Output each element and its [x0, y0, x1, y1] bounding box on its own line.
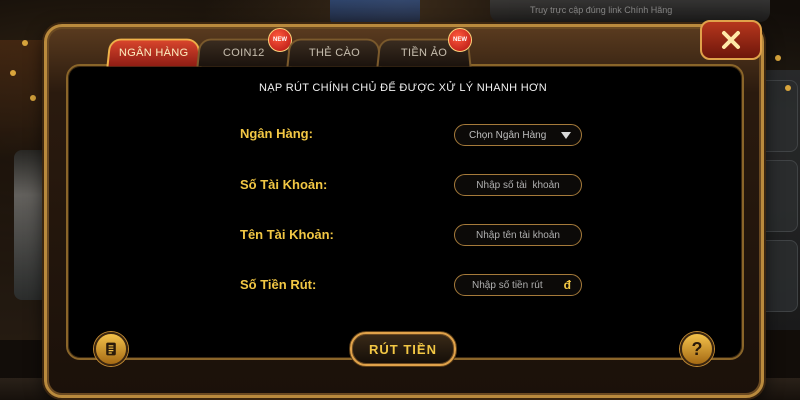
- currency-symbol: đ: [563, 278, 571, 292]
- blossom-decoration: [775, 55, 781, 61]
- amount-label: Số Tiền Rút:: [240, 277, 317, 292]
- tab-bank[interactable]: NGÂN HÀNG: [106, 38, 202, 67]
- bank-select-value: Chọn Ngân Hàng: [469, 129, 547, 141]
- tab-scratch-card[interactable]: THẺ CÀO: [286, 38, 382, 67]
- blossom-decoration: [785, 85, 791, 91]
- bank-label: Ngân Hàng:: [240, 126, 313, 141]
- question-icon: ?: [691, 338, 703, 359]
- tab-scratch-card-label: THẺ CÀO: [308, 47, 360, 59]
- background-notice-text: Truy trực cập đúng link Chính Hãng: [530, 5, 673, 15]
- amount-input[interactable]: [455, 274, 564, 296]
- close-icon: [722, 31, 740, 49]
- dialog-content-area: [66, 64, 744, 360]
- account-number-input[interactable]: [455, 174, 581, 196]
- bank-select[interactable]: Chọn Ngân Hàng: [454, 124, 582, 146]
- account-number-label: Số Tài Khoản:: [240, 177, 328, 192]
- history-button[interactable]: [94, 332, 128, 366]
- blossom-decoration: [30, 95, 36, 101]
- background-notice-bar: Truy trực cập đúng link Chính Hãng: [490, 0, 770, 22]
- account-name-field-wrapper: [454, 224, 582, 246]
- account-number-field-wrapper: [454, 174, 582, 196]
- close-button[interactable]: [700, 20, 762, 60]
- blossom-decoration: [10, 70, 16, 76]
- dropdown-arrow-icon: [561, 131, 571, 139]
- new-badge: NEW: [448, 28, 472, 52]
- dialog-headline: NẠP RÚT CHÍNH CHỦ ĐỂ ĐƯỢC XỬ LÝ NHANH HƠ…: [259, 82, 547, 94]
- account-name-input[interactable]: [455, 224, 581, 246]
- amount-field-wrapper: đ: [454, 274, 582, 296]
- help-button[interactable]: ?: [680, 332, 714, 366]
- withdraw-button[interactable]: RÚT TIỀN: [350, 332, 456, 366]
- tab-crypto-label: TIỀN ẢO: [400, 47, 448, 59]
- tab-coin12-label: COIN12: [223, 47, 265, 59]
- account-name-label: Tên Tài Khoản:: [240, 227, 334, 242]
- document-icon: [106, 342, 116, 356]
- blossom-decoration: [22, 40, 28, 46]
- tab-bank-label: NGÂN HÀNG: [119, 47, 189, 59]
- background-logo: [330, 0, 420, 26]
